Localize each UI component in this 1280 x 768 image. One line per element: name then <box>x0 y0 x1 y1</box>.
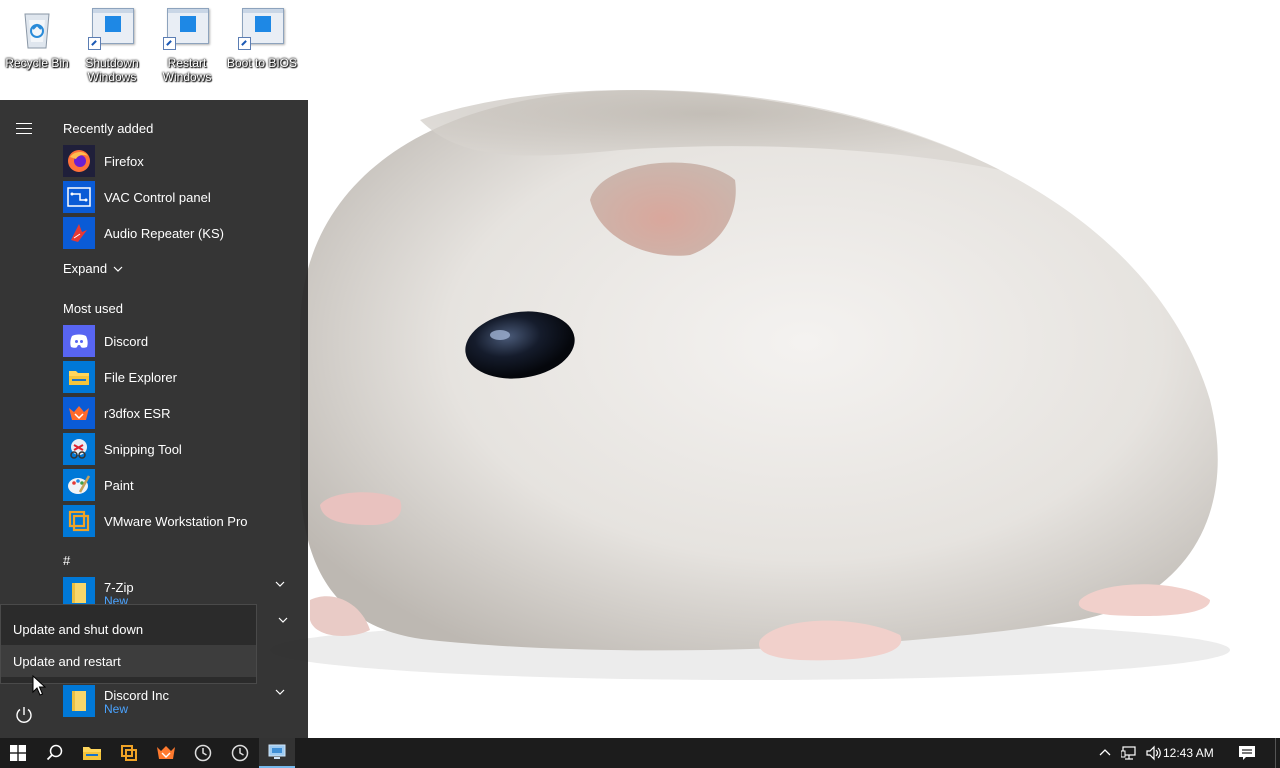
app-item-vac-control-panel[interactable]: VAC Control panel <box>63 180 303 214</box>
folder-text: Discord Inc New <box>104 688 169 715</box>
app-name: Paint <box>104 477 134 493</box>
app-item-paint[interactable]: Paint <box>63 468 303 502</box>
vmware-icon <box>63 505 95 537</box>
app-name: VAC Control panel <box>104 189 211 205</box>
desktop-icon-label: Boot to BIOS <box>226 56 298 70</box>
paint-icon <box>63 469 95 501</box>
expand-button[interactable]: Expand <box>63 261 123 276</box>
desktop-icon-label: Shutdown Windows <box>85 56 139 84</box>
mouse-cursor-icon <box>32 675 46 696</box>
firefox-icon <box>157 746 175 759</box>
firefox-icon <box>63 145 95 177</box>
folder-item-discord-inc[interactable]: Discord Inc New <box>63 684 303 718</box>
taskbar-app-clock-1[interactable] <box>185 738 221 768</box>
app-item-file-explorer[interactable]: File Explorer <box>63 360 303 394</box>
show-desktop-button[interactable] <box>1275 738 1280 768</box>
search-icon <box>46 744 63 761</box>
volume-icon <box>1146 745 1161 761</box>
desktop-icon-boot-to-bios[interactable]: Boot to BIOS <box>226 6 298 70</box>
app-name: Firefox <box>104 153 144 169</box>
chevron-down-icon <box>113 266 123 272</box>
app-name: VMware Workstation Pro <box>104 513 248 529</box>
app-name: r3dfox ESR <box>104 405 171 421</box>
r3dfox-icon <box>63 397 95 429</box>
action-center-button[interactable] <box>1234 738 1260 768</box>
show-hidden-icons-button[interactable] <box>1097 738 1113 768</box>
taskbar-clock[interactable]: 12:43 AM <box>1163 738 1214 768</box>
taskbar-vmware[interactable] <box>111 738 147 768</box>
discord-icon <box>63 325 95 357</box>
menu-item-update-and-shut-down[interactable]: Update and shut down <box>1 613 256 645</box>
shortcut-icon <box>88 6 136 54</box>
taskbar-file-explorer[interactable] <box>74 738 110 768</box>
desktop-icon-shutdown-windows[interactable]: Shutdown Windows <box>76 6 148 84</box>
recycle-bin-icon <box>13 6 61 54</box>
desktop-icon-restart-windows[interactable]: Restart Windows <box>151 6 223 84</box>
chevron-down-icon[interactable] <box>275 687 285 697</box>
clock-app-icon <box>231 744 249 762</box>
file-explorer-icon <box>63 361 95 393</box>
recently-added-heading: Recently added <box>63 121 154 136</box>
taskbar: 12:43 AM <box>0 738 1280 768</box>
taskbar-remote-desktop[interactable] <box>259 738 295 768</box>
folder-icon <box>63 685 95 717</box>
app-item-firefox[interactable]: Firefox <box>63 144 303 178</box>
app-item-audio-repeater[interactable]: Audio Repeater (KS) <box>63 216 303 250</box>
start-button[interactable] <box>0 738 36 768</box>
vac-control-panel-icon <box>63 181 95 213</box>
desktop-icon-label: Restart Windows <box>162 56 212 84</box>
desktop-icon-label: Recycle Bin <box>5 56 69 70</box>
taskbar-app-clock-2[interactable] <box>222 738 258 768</box>
app-item-snipping-tool[interactable]: Snipping Tool <box>63 432 303 466</box>
chevron-up-icon <box>1099 749 1111 756</box>
taskbar-firefox[interactable] <box>148 738 184 768</box>
app-name: Discord <box>104 333 149 349</box>
shortcut-icon <box>238 6 286 54</box>
network-button[interactable] <box>1120 738 1140 768</box>
audio-repeater-icon <box>63 217 95 249</box>
desktop-icon-recycle-bin[interactable]: Recycle Bin <box>1 6 73 70</box>
vmware-icon <box>121 745 137 761</box>
snipping-tool-icon <box>63 433 95 465</box>
app-item-r3dfox-esr[interactable]: r3dfox ESR <box>63 396 303 430</box>
app-name: Snipping Tool <box>104 441 182 457</box>
folder-name: 7-Zip <box>104 579 134 595</box>
hash-heading: # <box>63 553 71 568</box>
remote-desktop-icon <box>268 744 286 759</box>
windows-start-icon <box>10 745 26 761</box>
network-icon <box>1121 746 1136 760</box>
search-button[interactable] <box>37 738 73 768</box>
folder-name: Discord Inc <box>104 687 170 703</box>
notification-icon <box>1239 746 1255 760</box>
menu-item-update-and-restart[interactable]: Update and restart <box>1 645 256 677</box>
volume-button[interactable] <box>1144 738 1164 768</box>
folder-text: 7-Zip New <box>104 580 134 607</box>
chevron-down-icon[interactable] <box>275 579 285 589</box>
power-icon[interactable] <box>12 703 36 727</box>
shortcut-icon <box>163 6 211 54</box>
expand-label: Expand <box>63 261 108 276</box>
chevron-down-icon[interactable] <box>278 615 288 625</box>
hamburger-menu-icon[interactable] <box>16 123 32 135</box>
app-item-vmware-workstation-pro[interactable]: VMware Workstation Pro <box>63 504 303 538</box>
new-badge: New <box>104 701 129 716</box>
app-item-discord[interactable]: Discord <box>63 324 303 358</box>
power-options-menu: Update and shut down Update and restart <box>0 604 257 684</box>
app-name: File Explorer <box>104 369 177 385</box>
clock-app-icon <box>194 744 212 762</box>
app-name: Audio Repeater (KS) <box>104 225 224 241</box>
file-explorer-icon <box>83 747 101 760</box>
most-used-heading: Most used <box>63 301 123 316</box>
